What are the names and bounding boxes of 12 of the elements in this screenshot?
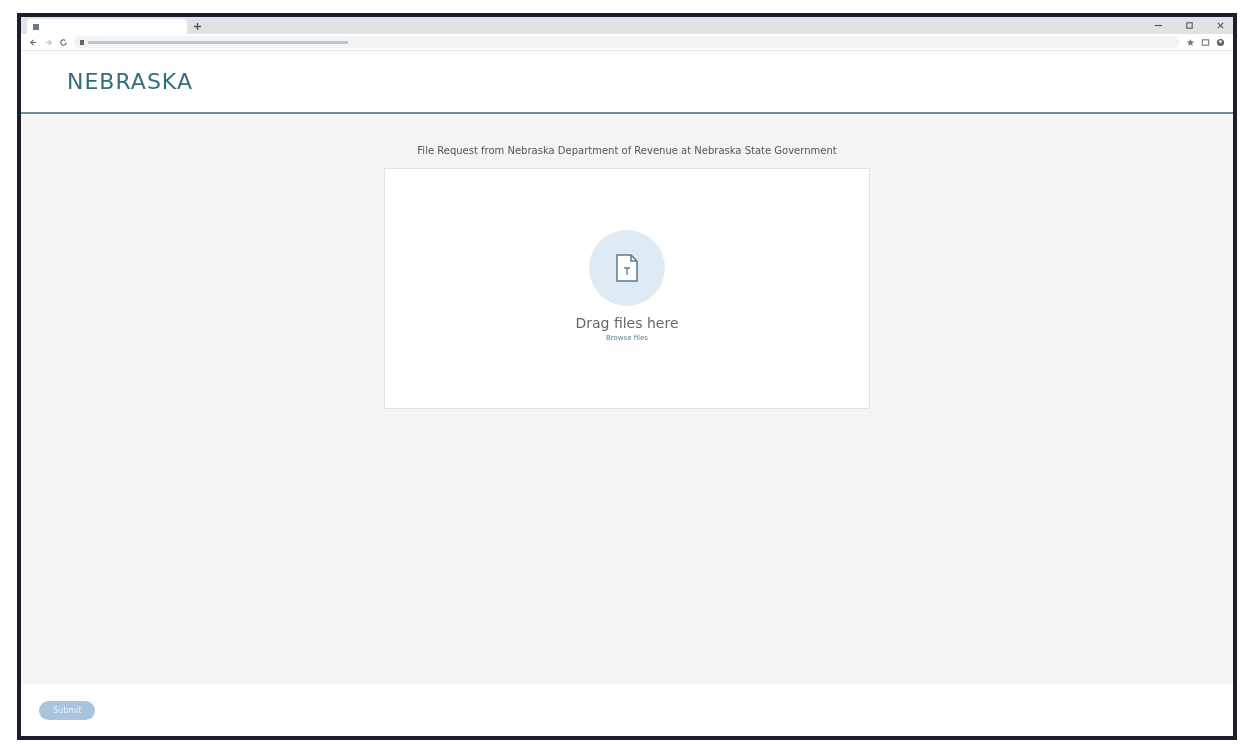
- profile-icon[interactable]: [1216, 37, 1225, 47]
- close-icon[interactable]: [1216, 21, 1225, 30]
- address-field[interactable]: [74, 36, 1180, 48]
- request-title: File Request from Nebraska Department of Revenue at Nebraska State Government: [417, 145, 837, 156]
- site-logo: NEBRASKA: [67, 69, 193, 94]
- star-icon[interactable]: [1186, 37, 1195, 47]
- reload-icon[interactable]: [59, 37, 68, 47]
- drop-label: Drag files here: [575, 315, 679, 331]
- page-icon: [33, 23, 39, 30]
- back-icon[interactable]: [29, 37, 38, 47]
- maximize-icon[interactable]: [1185, 21, 1194, 30]
- new-tab-icon[interactable]: [193, 22, 202, 31]
